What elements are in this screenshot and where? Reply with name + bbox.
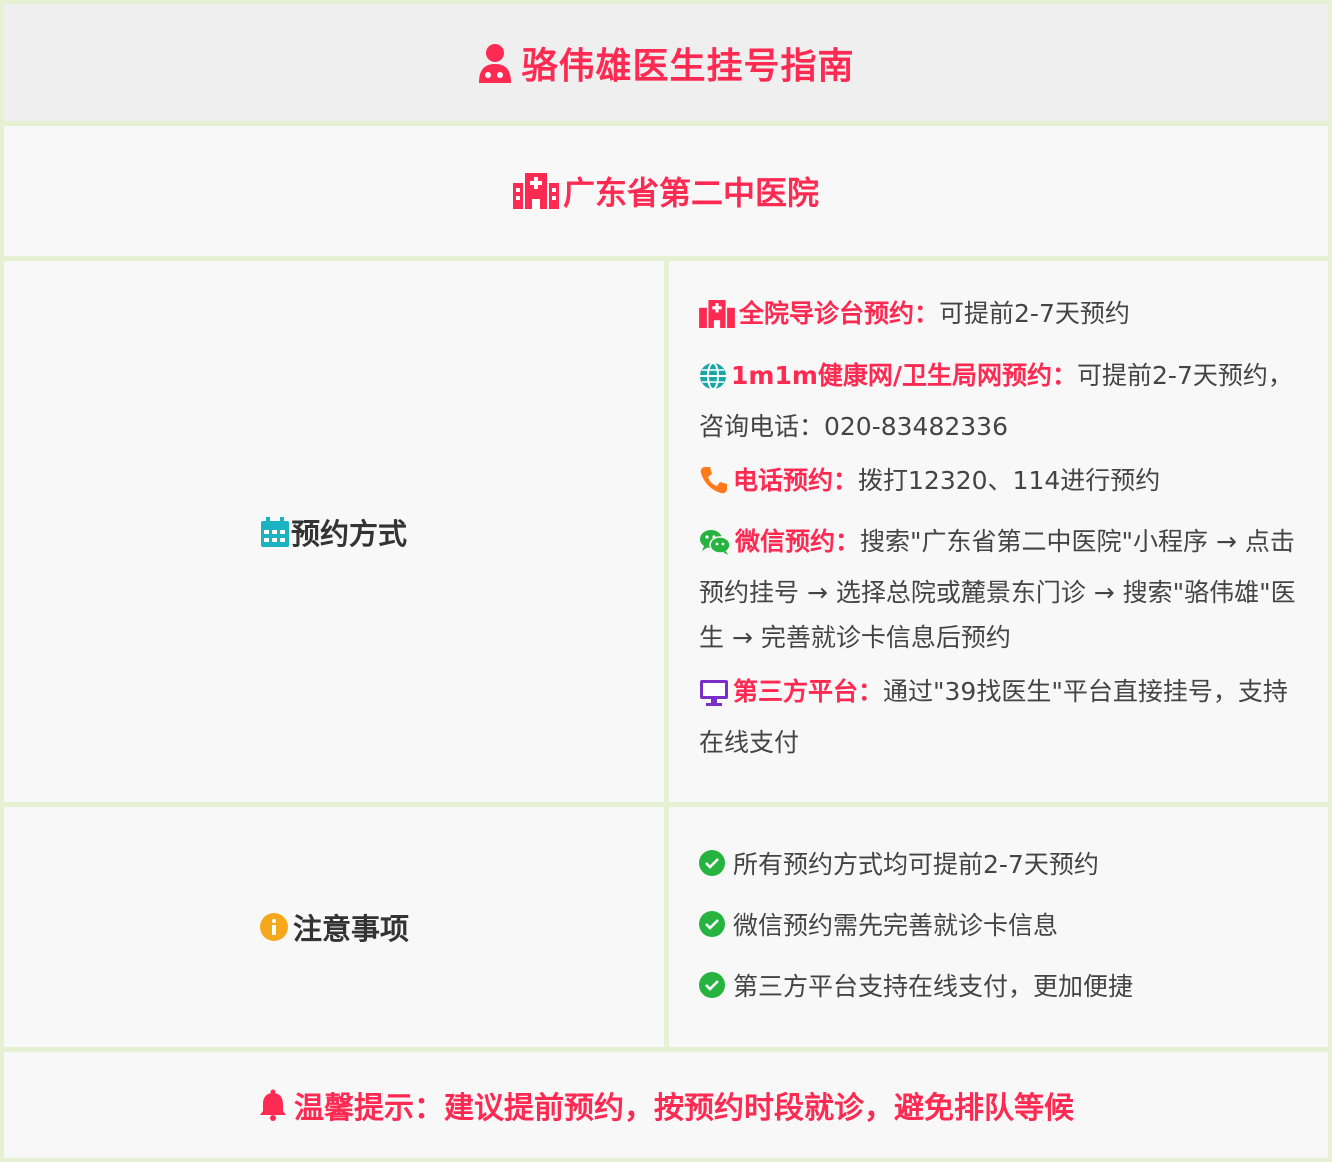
check-icon xyxy=(699,972,725,998)
method-item-website: 1m1m健康网/卫生局网预约：可提前2-7天预约，咨询电话：020-834823… xyxy=(699,353,1299,449)
method-item-phone: 电话预约：拨打12320、114进行预约 xyxy=(699,458,1299,509)
booking-label-cell: 预约方式 xyxy=(4,261,664,802)
note-text: 所有预约方式均可提前2-7天预约 xyxy=(733,850,1099,879)
hospital-name: 广东省第二中医院 xyxy=(562,174,819,212)
notes-label: 注意事项 xyxy=(292,912,409,946)
check-icon xyxy=(699,850,725,876)
monitor-icon xyxy=(699,675,729,720)
page-title-wrap: 骆伟雄医生挂号指南 xyxy=(477,37,854,89)
booking-label-wrap: 预约方式 xyxy=(260,511,407,553)
method-key: 1m1m健康网/卫生局网预约： xyxy=(731,361,1078,390)
method-key: 电话预约： xyxy=(733,466,859,495)
hospital-title-wrap: 广东省第二中医院 xyxy=(512,168,819,214)
hospital-icon xyxy=(512,173,559,209)
phone-icon xyxy=(699,464,729,509)
wechat-icon xyxy=(699,525,731,570)
note-item: 所有预约方式均可提前2-7天预约 xyxy=(699,845,1099,881)
booking-methods-cell: 全院导诊台预约：可提前2-7天预约 1m1m健康网/卫生局网预约：可提前2-7天… xyxy=(669,261,1328,802)
note-text: 第三方平台支持在线支付，更加便捷 xyxy=(733,972,1134,1001)
method-key: 微信预约： xyxy=(735,527,861,556)
hospital-row: 广东省第二中医院 xyxy=(4,126,1328,256)
note-item: 微信预约需先完善就诊卡信息 xyxy=(699,906,1058,942)
bell-icon xyxy=(258,1089,288,1121)
doctor-icon xyxy=(477,43,513,83)
footer-tip-wrap: 温馨提示：建议提前预约，按预约时段就诊，避免排队等候 xyxy=(258,1083,1074,1127)
method-item-third-party: 第三方平台：通过"39找医生"平台直接挂号，支持在线支付 xyxy=(699,669,1299,765)
info-icon xyxy=(259,912,289,942)
guide-card: 骆伟雄医生挂号指南 广东省第二中医院 预约方式 全院导诊台预约：可提前2-7天预… xyxy=(0,0,1332,1162)
page-title: 骆伟雄医生挂号指南 xyxy=(521,45,855,87)
note-item: 第三方平台支持在线支付，更加便捷 xyxy=(699,967,1133,1003)
header: 骆伟雄医生挂号指南 xyxy=(4,4,1328,121)
footer-tip-text: 温馨提示：建议提前预约，按预约时段就诊，避免排队等候 xyxy=(294,1091,1074,1126)
method-text: 拨打12320、114进行预约 xyxy=(858,466,1161,495)
note-text: 微信预约需先完善就诊卡信息 xyxy=(733,911,1059,940)
calendar-icon xyxy=(260,516,289,547)
method-text: 可提前2-7天预约 xyxy=(939,299,1130,328)
method-key: 全院导诊台预约： xyxy=(739,299,940,328)
method-key: 第三方平台： xyxy=(733,677,884,706)
footer-tip: 温馨提示：建议提前预约，按预约时段就诊，避免排队等候 xyxy=(4,1052,1328,1158)
check-icon xyxy=(699,911,725,937)
booking-label: 预约方式 xyxy=(290,516,407,551)
hospital-icon xyxy=(699,297,735,342)
method-item-wechat: 微信预约：搜索"广东省第二中医院"小程序 → 点击预约挂号 → 选择总院或麓景东… xyxy=(699,519,1299,660)
notes-label-wrap: 注意事项 xyxy=(259,906,409,948)
notes-items-cell: 所有预约方式均可提前2-7天预约 微信预约需先完善就诊卡信息 第三方平台支持在线… xyxy=(669,807,1328,1047)
notes-label-cell: 注意事项 xyxy=(4,807,664,1047)
globe-icon xyxy=(699,359,727,404)
method-item-hospital-desk: 全院导诊台预约：可提前2-7天预约 xyxy=(699,291,1299,342)
